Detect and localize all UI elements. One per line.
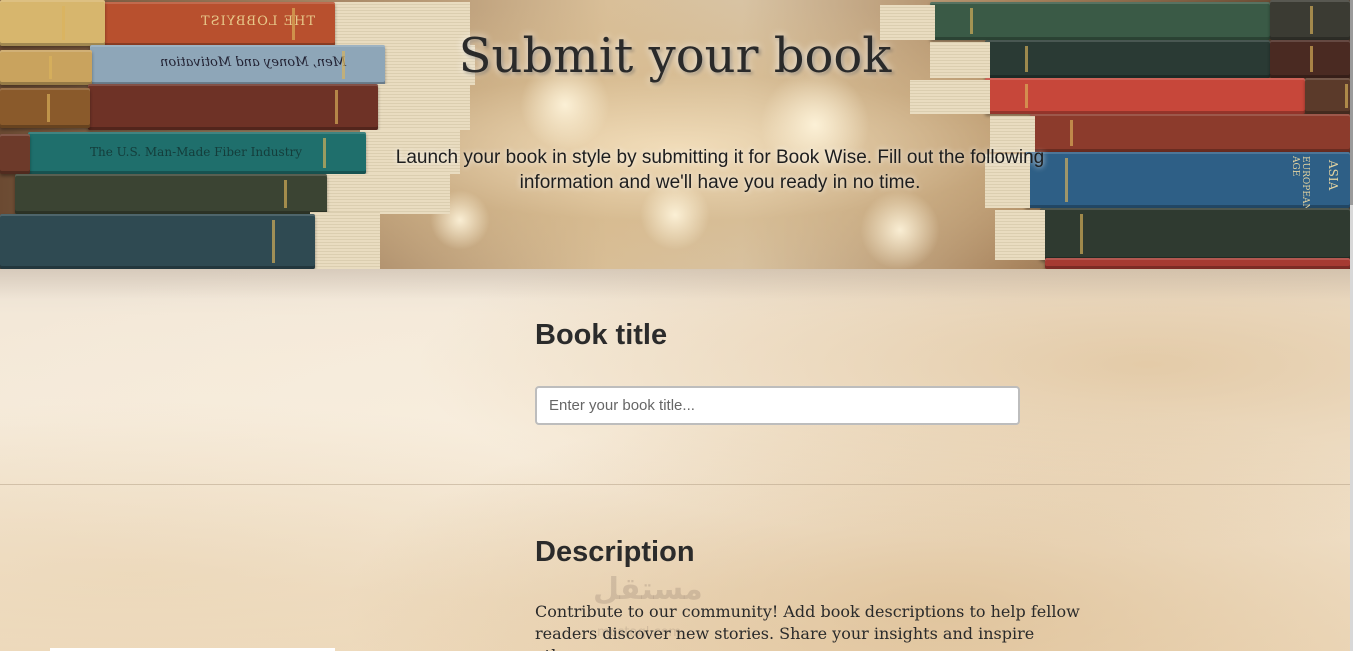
book-spine [88,84,378,130]
page-title: Submit your book [458,28,892,84]
book-title-heading: Book title [535,319,668,351]
bokeh-light [860,190,940,269]
page-subtitle: Launch your book in style by submitting … [395,147,1045,193]
book-spine-label: The U.S. Man-Made Fiber Industry [90,145,303,159]
book-spine: ASIA EUROPEAN AGE [1025,152,1350,212]
book-spine: The U.S. Man-Made Fiber Industry [28,132,366,174]
book-pages [910,80,990,114]
description-text: Contribute to our community! Add book de… [535,602,1080,651]
book-spine [1030,114,1350,152]
book-spine-label: THE LOBBYIST [199,14,315,29]
hero-banner: THE LOBBYIST Men, Money and Motivation T… [0,0,1350,269]
book-spine [0,214,315,269]
section-divider [0,484,1350,485]
book-spine [0,134,30,174]
banner-shadow [0,269,1350,299]
book-spine-label: EUROPEAN AGE [1290,156,1310,212]
book-spine [1040,208,1350,260]
book-spine [0,88,90,128]
description-heading: Description [535,536,695,568]
book-spine [15,174,327,214]
book-spine [1045,258,1350,269]
book-spine-label: ASIA [1326,160,1340,191]
book-title-input[interactable] [535,386,1020,425]
book-pages [310,212,380,269]
book-pages [370,84,470,130]
book-pages [995,210,1045,260]
